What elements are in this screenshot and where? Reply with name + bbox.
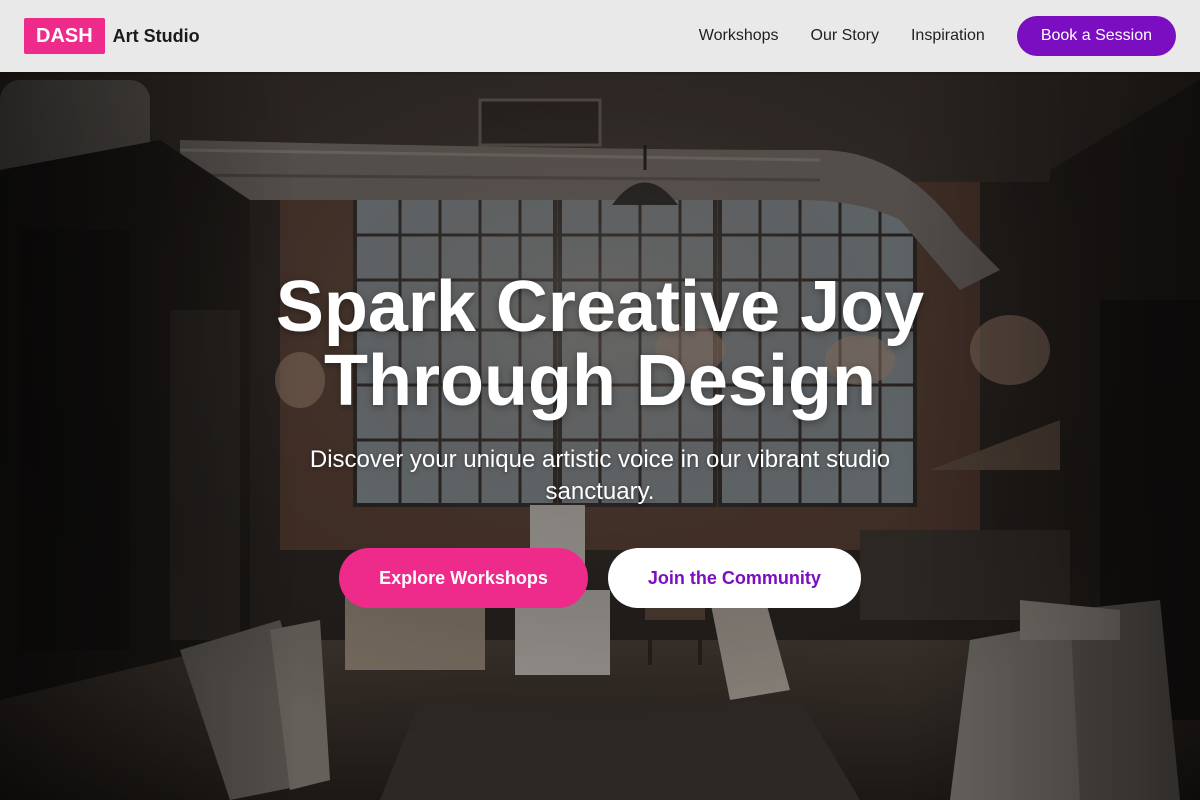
hero-subtitle: Discover your unique artistic voice in o…	[309, 446, 891, 505]
book-session-button[interactable]: Book a Session	[1016, 16, 1176, 56]
hero-actions: Explore Workshops Join the Community	[339, 548, 861, 608]
nav-link-inspiration[interactable]: Inspiration	[911, 27, 985, 45]
nav-link-our-story[interactable]: Our Story	[811, 27, 879, 45]
hero-content: Spark Creative Joy Through Design Discov…	[0, 270, 1200, 608]
hero-section: Spark Creative Joy Through Design Discov…	[0, 0, 1200, 800]
site-header: DASH Art Studio Workshops Our Story Insp…	[0, 0, 1200, 72]
logo-badge[interactable]: DASH	[24, 18, 105, 54]
brand[interactable]: DASH Art Studio	[24, 18, 200, 54]
join-community-button[interactable]: Join the Community	[607, 548, 861, 608]
explore-workshops-button[interactable]: Explore Workshops	[339, 548, 588, 608]
main-nav: Workshops Our Story Inspiration Book a S…	[667, 16, 1176, 56]
brand-name[interactable]: Art Studio	[113, 26, 200, 47]
nav-link-workshops[interactable]: Workshops	[699, 27, 779, 45]
hero-title-line2: Through Design	[324, 341, 876, 421]
hero-title-line1: Spark Creative Joy	[275, 267, 925, 347]
hero-title: Spark Creative Joy Through Design	[240, 270, 960, 418]
